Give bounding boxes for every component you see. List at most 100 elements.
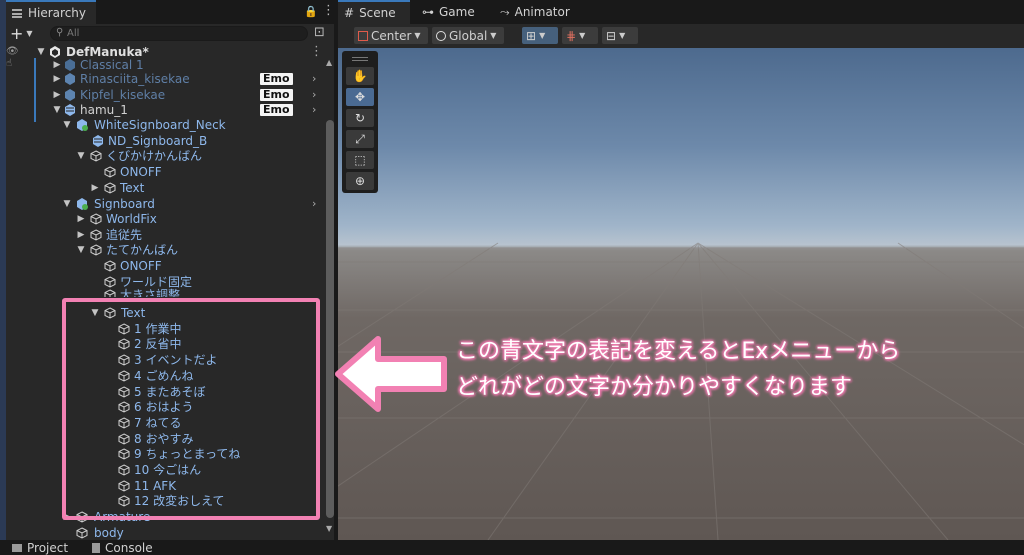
tab-game[interactable]: ⊶ Game: [418, 0, 475, 24]
search-input[interactable]: [67, 27, 297, 40]
expand-arrow-icon[interactable]: ▶: [52, 87, 62, 103]
console-icon: [92, 543, 100, 553]
tree-item-label: ONOFF: [120, 259, 162, 273]
prefab-icon: [65, 89, 75, 101]
pivot-mode-label: Center: [371, 28, 412, 43]
tree-item-label: Signboard: [94, 197, 155, 211]
annotation-arrow: [335, 336, 447, 412]
prefab-added-icon: [77, 198, 88, 210]
grid-icon: #: [344, 6, 355, 20]
chevron-down-icon: ▼: [26, 28, 33, 38]
tab-hierarchy[interactable]: Hierarchy: [6, 0, 96, 24]
scroll-down-icon[interactable]: ▼: [326, 524, 332, 533]
scene-grid: [338, 242, 1024, 540]
hand-tool-icon[interactable]: ✋: [346, 67, 374, 85]
create-button[interactable]: + ▼: [10, 23, 38, 43]
tab-project[interactable]: Project: [12, 542, 68, 554]
expand-arrow-icon[interactable]: ▼: [62, 117, 72, 133]
plus-icon: +: [10, 23, 24, 43]
tree-row[interactable]: 大きさ調整: [6, 287, 324, 297]
tree-item-label: hamu_1: [80, 103, 128, 117]
scale-tool-icon[interactable]: ⤢: [346, 130, 374, 148]
prefab-icon: [65, 73, 75, 85]
tree-item-label: 大きさ調整: [120, 288, 181, 297]
tree-item-label: たてかんばん: [106, 243, 179, 257]
tree-item-label: 追従先: [106, 228, 143, 242]
prefab-added-icon: [77, 119, 88, 131]
expand-arrow-icon[interactable]: ▶: [76, 227, 86, 243]
tree-row[interactable]: ONOFF: [6, 258, 324, 274]
folder-icon: [12, 544, 22, 552]
gameobject-icon: [104, 260, 116, 272]
tab-scene-label: Scene: [359, 6, 396, 20]
bottom-tab-bar: Project Console: [0, 540, 1024, 554]
grid-visibility-button[interactable]: ⋕ ▼: [562, 27, 598, 44]
prefab-icon: [93, 135, 103, 147]
annotation-line-2: どれがどの文字か分かりやすくなります: [456, 375, 853, 400]
tab-project-label: Project: [27, 541, 69, 555]
gameobject-icon: [90, 229, 102, 241]
search-icon: ⚲: [56, 27, 64, 38]
search-field[interactable]: ⚲: [50, 26, 308, 41]
expand-arrow-icon[interactable]: ▶: [76, 211, 86, 227]
tab-console-label: Console: [105, 541, 153, 555]
tree-row[interactable]: ▼ たてかんばん: [6, 242, 324, 258]
tree-row[interactable]: ▼ Signboard ›: [6, 196, 324, 212]
chevron-right-icon[interactable]: ›: [312, 102, 316, 118]
gamepad-icon: ⊶: [422, 5, 434, 19]
list-icon: [12, 8, 22, 18]
chevron-right-icon[interactable]: ›: [312, 71, 316, 87]
gameobject-icon: [104, 182, 116, 194]
transform-tool-icon[interactable]: ⊕: [346, 172, 374, 190]
pivot-mode-dropdown[interactable]: Center ▼: [354, 27, 428, 44]
rotate-tool-icon[interactable]: ↻: [346, 109, 374, 127]
expand-arrow-icon[interactable]: ▶: [90, 180, 100, 196]
expand-arrow-icon[interactable]: ▼: [62, 196, 72, 212]
tab-game-label: Game: [439, 5, 475, 19]
tree-item-label: WorldFix: [106, 212, 157, 226]
tree-item-label: WhiteSignboard_Neck: [94, 118, 226, 132]
pivot-icon: [358, 30, 368, 41]
tree-row[interactable]: ▶ Kipfel_kisekae Emo ›: [6, 87, 324, 103]
grid-snapping-button[interactable]: ⊞ ▼: [522, 27, 558, 44]
chevron-right-icon[interactable]: ›: [312, 196, 316, 212]
hierarchy-scrollbar[interactable]: [326, 120, 334, 518]
tab-console[interactable]: Console: [92, 542, 153, 554]
expand-arrow-icon[interactable]: ▼: [52, 102, 62, 118]
chevron-down-icon: ▼: [579, 31, 586, 40]
tree-row[interactable]: ▶ WorldFix: [6, 211, 324, 227]
space-mode-dropdown[interactable]: Global ▼: [432, 27, 504, 44]
move-tool-icon[interactable]: ✥: [346, 88, 374, 106]
grid-increment-button[interactable]: ⊟ ▼: [602, 27, 638, 44]
tree-item-label: Kipfel_kisekae: [80, 88, 166, 102]
tree-row[interactable]: ▶ Rinasciita_kisekae Emo ›: [6, 71, 324, 87]
tab-hierarchy-label: Hierarchy: [28, 6, 87, 20]
tree-row[interactable]: ▶ Text: [6, 180, 324, 196]
tree-item-label: くびかけかんばん: [106, 149, 203, 163]
scene-search-icon[interactable]: ⊡: [314, 25, 325, 40]
scene-viewport[interactable]: [338, 48, 1024, 540]
expand-arrow-icon[interactable]: ▶: [52, 71, 62, 87]
emo-badge: Emo: [260, 104, 293, 116]
scroll-up-icon[interactable]: ▲: [326, 58, 332, 67]
tree-row[interactable]: ONOFF: [6, 164, 324, 180]
tree-row[interactable]: ▶ 追従先: [6, 227, 324, 243]
chevron-down-icon: ▼: [414, 31, 421, 40]
expand-arrow-icon[interactable]: ▼: [76, 242, 86, 258]
tab-scene[interactable]: # Scene: [338, 0, 410, 24]
annotation-text: この青文字の表記を変えるとExメニューから どれがどの文字か分かりやすくなります: [456, 334, 1016, 406]
expand-arrow-icon[interactable]: ▼: [76, 148, 86, 164]
drag-handle[interactable]: [352, 57, 368, 61]
tab-animator[interactable]: ⤳ Animator: [496, 0, 570, 24]
lock-icon[interactable]: 🔒: [304, 5, 318, 18]
tree-row[interactable]: ▼ hamu_1 Emo ›: [6, 102, 324, 118]
gameobject-icon: [90, 213, 102, 225]
tree-row[interactable]: ▼ くびかけかんばん: [6, 148, 324, 164]
chevron-right-icon[interactable]: ›: [312, 87, 316, 103]
tree-row[interactable]: ▼ WhiteSignboard_Neck: [6, 117, 324, 133]
globe-icon: [436, 30, 446, 41]
tree-row[interactable]: ND_Signboard_B: [6, 133, 324, 149]
animator-icon: ⤳: [500, 4, 510, 19]
kebab-menu-icon[interactable]: ⋮: [322, 3, 334, 18]
rect-tool-icon[interactable]: ⬚: [346, 151, 374, 169]
